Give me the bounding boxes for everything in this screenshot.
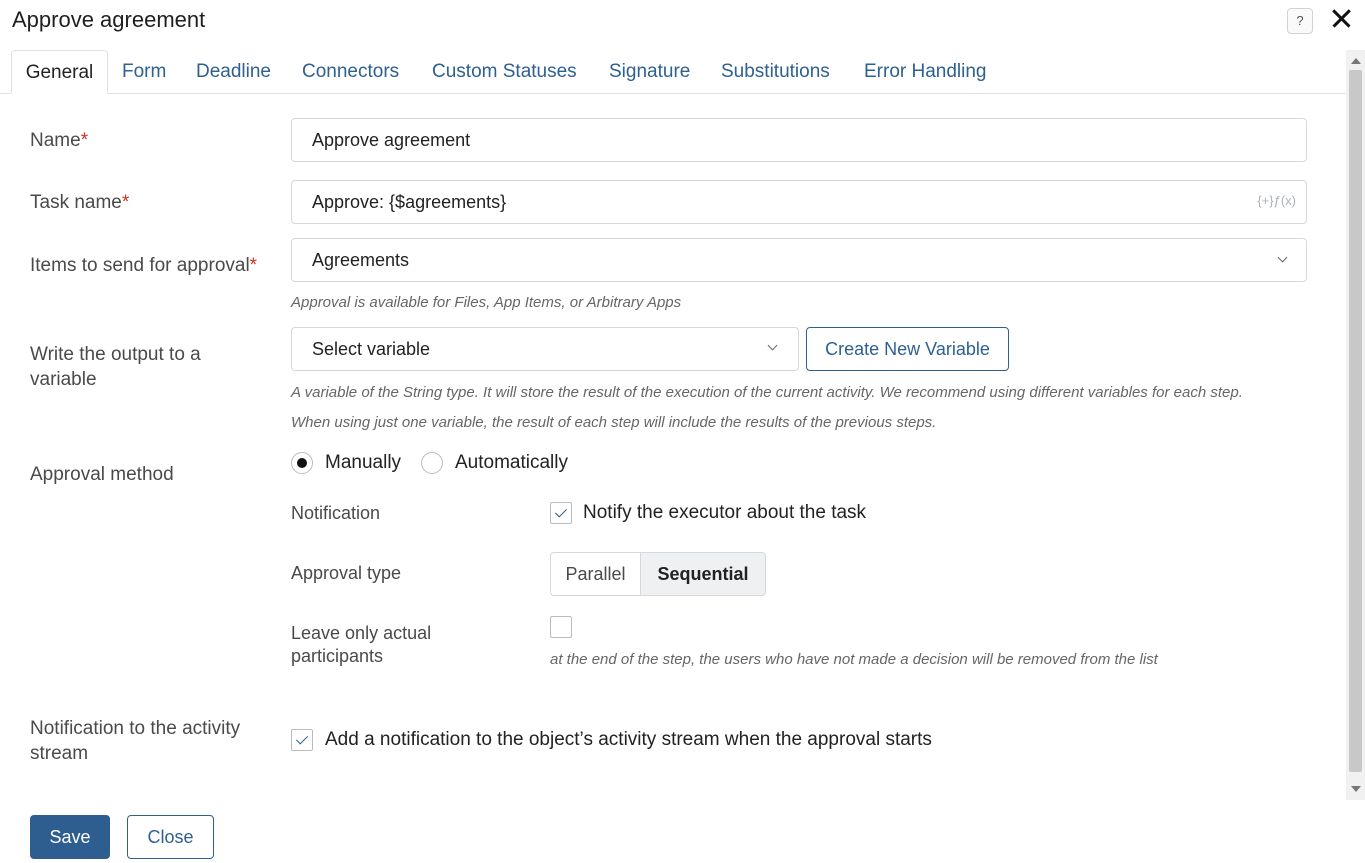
create-new-variable-button[interactable]: Create New Variable — [806, 327, 1009, 371]
scroll-thumb[interactable] — [1349, 70, 1362, 772]
tab-bar: General Form Deadline Connectors Custom … — [0, 50, 1346, 94]
scroll-up-arrow-icon[interactable] — [1351, 58, 1361, 64]
task-name-input[interactable]: Approve: {$agreements} {+}ƒ(x) — [291, 180, 1307, 224]
radio-automatically[interactable] — [421, 452, 443, 474]
tab-deadline[interactable]: Deadline — [196, 50, 271, 94]
name-label: Name* — [30, 130, 89, 151]
activity-stream-checkbox[interactable] — [291, 729, 313, 751]
items-label: Items to send for approval* — [30, 255, 258, 276]
output-variable-value: Select variable — [312, 339, 431, 359]
tab-error-handling[interactable]: Error Handling — [864, 50, 987, 94]
dialog-title: Approve agreement — [12, 7, 206, 32]
tab-signature[interactable]: Signature — [609, 50, 690, 94]
chevron-down-icon — [1277, 252, 1288, 263]
scrollbar[interactable] — [1346, 50, 1365, 800]
approval-type-parallel[interactable]: Parallel — [551, 553, 641, 595]
approval-type-sequential[interactable]: Sequential — [641, 553, 765, 595]
close-icon[interactable] — [1326, 4, 1356, 34]
tab-substitutions[interactable]: Substitutions — [721, 50, 830, 94]
approval-method-label: Approval method — [30, 464, 174, 485]
task-name-label: Task name* — [30, 192, 130, 213]
leave-actual-checkbox[interactable] — [550, 616, 572, 638]
items-select-value: Agreements — [312, 250, 410, 270]
radio-manually[interactable] — [291, 452, 313, 474]
scroll-down-arrow-icon[interactable] — [1351, 786, 1361, 792]
notification-label: Notification — [291, 503, 381, 523]
radio-manually-label[interactable]: Manually — [325, 451, 401, 475]
tab-form[interactable]: Form — [122, 50, 166, 94]
output-label: Write the output to a variable — [30, 344, 201, 390]
task-name-value: Approve: {$agreements} — [312, 192, 507, 212]
leave-actual-label: Leave only actual participants — [291, 623, 432, 666]
items-hint: Approval is available for Files, App Ite… — [291, 294, 682, 311]
insert-variable-icon[interactable]: {+}ƒ(x) — [1257, 181, 1296, 221]
output-variable-select[interactable]: Select variable — [291, 327, 799, 371]
items-select[interactable]: Agreements — [291, 238, 1307, 282]
help-icon: ? — [1296, 13, 1304, 28]
leave-actual-hint: at the end of the step, the users who ha… — [550, 651, 1158, 668]
name-input[interactable]: Approve agreement — [291, 118, 1307, 162]
radio-automatically-label[interactable]: Automatically — [455, 451, 568, 475]
help-button[interactable]: ? — [1287, 8, 1313, 34]
notify-executor-checkbox[interactable] — [550, 502, 572, 524]
approval-type-label: Approval type — [291, 563, 402, 583]
tab-connectors[interactable]: Connectors — [302, 50, 399, 94]
approval-type-toggle: Parallel Sequential — [550, 552, 766, 596]
close-button[interactable]: Close — [127, 815, 214, 859]
save-button[interactable]: Save — [30, 815, 110, 859]
activity-stream-checkbox-label[interactable]: Add a notification to the object’s activ… — [325, 728, 932, 752]
tab-custom-statuses[interactable]: Custom Statuses — [432, 50, 577, 94]
activity-stream-label: Notification to the activity stream — [30, 718, 241, 764]
notify-executor-label[interactable]: Notify the executor about the task — [583, 501, 866, 525]
chevron-down-icon — [767, 340, 778, 351]
tab-general[interactable]: General — [11, 50, 108, 94]
output-hint-line2: When using just one variable, the result… — [291, 414, 937, 431]
output-hint-line1: A variable of the String type. It will s… — [291, 384, 1243, 401]
